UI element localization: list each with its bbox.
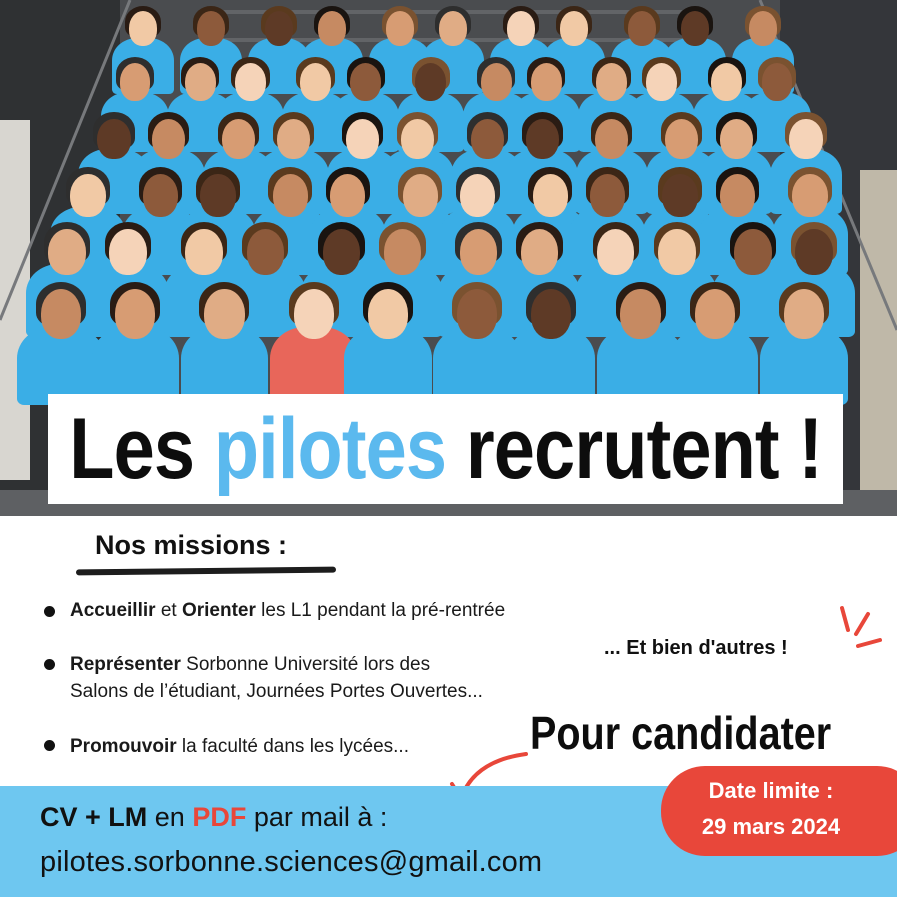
mission-item-represent: Représenter Sorbonne Université lors des…	[70, 654, 483, 702]
spark-lines-icon	[840, 606, 882, 648]
bullet-icon	[44, 740, 55, 751]
deadline-badge: Date limite : 29 mars 2024	[661, 766, 897, 856]
pdf-label: PDF	[192, 802, 247, 832]
bullet-icon	[44, 659, 55, 670]
title-banner: Les pilotes recrutent !	[48, 394, 843, 504]
mission-item-promote: Promouvoir la faculté dans les lycées...	[70, 736, 409, 757]
deadline-date: 29 mars 2024	[701, 814, 841, 839]
headline: Les pilotes recrutent !	[69, 400, 823, 497]
and-more-text: ... Et bien d'autres !	[604, 637, 788, 659]
bullet-icon	[44, 606, 55, 617]
deadline-label: Date limite :	[708, 778, 834, 803]
headline-accent: pilotes	[213, 400, 447, 497]
contact-email[interactable]: pilotes.sorbonne.sciences@gmail.com	[40, 846, 542, 879]
missions-heading: Nos missions :	[95, 530, 288, 560]
application-instructions: CV + LM en PDF par mail à :	[40, 802, 388, 832]
apply-heading: Pour candidater	[530, 707, 832, 759]
missions-underline	[75, 566, 337, 576]
mission-item-welcome: Accueillir et Orienter les L1 pendant la…	[70, 600, 506, 621]
